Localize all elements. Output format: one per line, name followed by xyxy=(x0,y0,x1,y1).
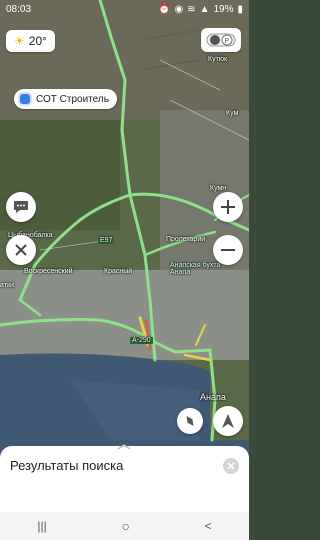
map-label-katki: атки xyxy=(0,282,14,289)
back-button[interactable]: < xyxy=(205,519,212,533)
road-label-a290: A-290 xyxy=(130,337,153,344)
poi-label: СОТ Строитель xyxy=(36,93,109,105)
map-label-krasnyy: Красный xyxy=(104,268,133,275)
status-icons: ⏰ ◉ ≋ ▲ 19% ▮ xyxy=(158,4,243,15)
sheet-handle-icon[interactable] xyxy=(117,444,131,450)
my-location-button[interactable] xyxy=(213,406,243,436)
chat-bubble-icon xyxy=(14,201,28,213)
navigation-arrow-icon xyxy=(222,414,234,428)
wifi-icon: ≋ xyxy=(187,3,196,15)
close-route-button[interactable] xyxy=(6,235,36,265)
weather-sun-icon: ☀ xyxy=(14,34,25,48)
status-time: 08:03 xyxy=(6,3,32,15)
map-label-voskresenskiy: Воскресенский xyxy=(24,268,73,275)
layers-icon: P xyxy=(206,33,236,47)
chat-button[interactable] xyxy=(6,192,36,222)
alarm-icon: ⏰ xyxy=(157,3,171,15)
zoom-in-button[interactable] xyxy=(213,192,243,222)
recents-button[interactable]: ||| xyxy=(37,519,46,533)
home-button[interactable]: ○ xyxy=(121,518,129,534)
poi-pin-icon xyxy=(18,92,32,106)
android-nav-bar: ||| ○ < xyxy=(0,512,249,540)
signal-icon: ▲ xyxy=(199,3,210,15)
map-label-anapa: Анапа xyxy=(200,392,226,402)
svg-text:P: P xyxy=(225,38,230,45)
sheet-close-button[interactable] xyxy=(223,458,239,474)
minus-icon xyxy=(221,249,235,251)
road-label-e97: E97 xyxy=(98,237,115,244)
poi-chip[interactable]: СОТ Строитель xyxy=(14,89,117,109)
status-bar: 08:03 ⏰ ◉ ≋ ▲ 19% ▮ xyxy=(0,0,249,18)
map-label-kutok: Кутюк xyxy=(208,56,228,63)
battery-icon: ▮ xyxy=(237,3,243,15)
weather-widget[interactable]: ☀ 20° xyxy=(6,30,55,52)
plus-icon xyxy=(221,200,235,214)
close-icon xyxy=(15,244,27,256)
weather-temperature: 20° xyxy=(28,34,47,48)
map-label-kum: Кум xyxy=(226,110,239,117)
zoom-out-button[interactable] xyxy=(213,235,243,265)
sheet-title: Результаты поиска xyxy=(10,458,124,473)
map-label-proletarskiy: Пролетарий xyxy=(166,236,206,243)
compass-button[interactable] xyxy=(177,408,203,434)
close-icon xyxy=(227,462,235,470)
compass-icon xyxy=(186,416,194,426)
battery-percent: 19% xyxy=(213,3,234,15)
layers-toggle-button[interactable]: P xyxy=(201,28,241,52)
search-results-sheet[interactable]: Результаты поиска xyxy=(0,444,249,512)
map-label-anapa-bay: Анапская бухта Анапа xyxy=(170,262,221,276)
location-icon: ◉ xyxy=(174,3,184,15)
map-label-kum2: Кумн xyxy=(210,185,227,192)
